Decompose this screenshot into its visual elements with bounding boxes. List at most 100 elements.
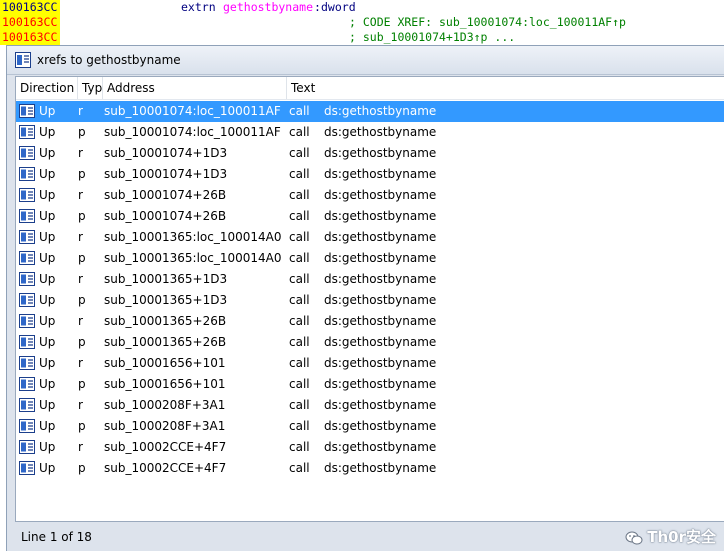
column-header-type[interactable]: Typ: [78, 77, 103, 99]
row-instruction: call: [289, 440, 310, 454]
row-operand: ds:gethostbyname: [324, 272, 437, 286]
row-address: sub_10001074:loc_100011AF: [104, 104, 281, 118]
window-titlebar[interactable]: xrefs to gethostbyname: [7, 46, 724, 75]
row-direction: Up: [39, 146, 56, 160]
row-type: p: [78, 209, 86, 223]
table-row[interactable]: Up r sub_10001074+26B call ds:gethostbyname: [16, 185, 724, 206]
row-address: sub_10001365+26B: [104, 335, 227, 349]
row-direction: Up: [39, 377, 56, 391]
xref-row-icon: [19, 272, 35, 286]
xref-row-icon: [19, 125, 35, 139]
row-instruction: call: [289, 293, 310, 307]
row-address: sub_1000208F+3A1: [104, 398, 226, 412]
row-instruction: call: [289, 377, 310, 391]
table-row[interactable]: Up p sub_10001365+26B call ds:gethostbyname: [16, 332, 724, 353]
row-direction: Up: [39, 314, 56, 328]
row-instruction: call: [289, 419, 310, 433]
table-row[interactable]: Up r sub_1000208F+3A1 call ds:gethostbyname: [16, 395, 724, 416]
table-row[interactable]: Up p sub_10001365+1D3 call ds:gethostbyname: [16, 290, 724, 311]
row-operand: ds:gethostbyname: [324, 398, 437, 412]
wechat-icon: [625, 531, 643, 544]
row-type: p: [78, 377, 86, 391]
disasm-symbol[interactable]: gethostbyname: [223, 0, 313, 15]
row-operand: ds:gethostbyname: [324, 461, 437, 475]
row-address: sub_10001074+26B: [104, 209, 227, 223]
status-bar: Line 1 of 18 Th0r安全: [7, 524, 724, 551]
row-address: sub_10001365:loc_100014A0: [104, 230, 282, 244]
row-direction: Up: [39, 125, 56, 139]
row-instruction: call: [289, 272, 310, 286]
xref-row-icon: [19, 104, 35, 118]
row-direction: Up: [39, 188, 56, 202]
column-header-text[interactable]: Text: [287, 77, 724, 99]
row-type: p: [78, 335, 86, 349]
row-type: p: [78, 167, 86, 181]
row-operand: ds:gethostbyname: [324, 377, 437, 391]
row-instruction: call: [289, 356, 310, 370]
row-operand: ds:gethostbyname: [324, 293, 437, 307]
row-direction: Up: [39, 335, 56, 349]
row-direction: Up: [39, 272, 56, 286]
column-header-direction[interactable]: Direction: [16, 77, 78, 99]
row-address: sub_10001074+26B: [104, 188, 227, 202]
table-row[interactable]: Up p sub_1000208F+3A1 call ds:gethostbyname: [16, 416, 724, 437]
table-row[interactable]: Up r sub_10001365:loc_100014A0 call ds:getho…: [16, 227, 724, 248]
disasm-line-2[interactable]: 100163CC ; CODE XREF: sub_10001074:loc_1…: [0, 15, 724, 30]
row-operand: ds:gethostbyname: [324, 167, 437, 181]
xref-window-icon: [15, 52, 31, 68]
table-row[interactable]: Up r sub_10001074:loc_100011AF call ds:getho…: [16, 101, 724, 122]
row-direction: Up: [39, 461, 56, 475]
disasm-line-3[interactable]: 100163CC ; sub_10001074+1D3↑p ...: [0, 30, 724, 45]
row-instruction: call: [289, 461, 310, 475]
table-row[interactable]: Up r sub_10001656+101 call ds:gethostbyname: [16, 353, 724, 374]
row-operand: ds:gethostbyname: [324, 251, 437, 265]
table-row[interactable]: Up p sub_10001656+101 call ds:gethostbyname: [16, 374, 724, 395]
row-type: r: [78, 398, 83, 412]
table-row[interactable]: Up r sub_10001365+1D3 call ds:gethostbyname: [16, 269, 724, 290]
xref-row-icon: [19, 188, 35, 202]
row-type: r: [78, 230, 83, 244]
xref-row-icon: [19, 167, 35, 181]
row-type: r: [78, 272, 83, 286]
table-row[interactable]: Up p sub_10001074+26B call ds:gethostbyname: [16, 206, 724, 227]
row-operand: ds:gethostbyname: [324, 209, 437, 223]
row-address: sub_10001365+26B: [104, 314, 227, 328]
table-row[interactable]: Up r sub_10001365+26B call ds:gethostbyname: [16, 311, 724, 332]
row-type: r: [78, 188, 83, 202]
row-type: r: [78, 314, 83, 328]
disasm-line-1[interactable]: 100163CC extrn gethostbyname : dword: [0, 0, 724, 15]
disasm-type: dword: [321, 0, 356, 14]
watermark: Th0r安全: [625, 524, 716, 551]
table-row[interactable]: Up r sub_10001074+1D3 call ds:gethostbyname: [16, 143, 724, 164]
row-operand: ds:gethostbyname: [324, 314, 437, 328]
xref-row-icon: [19, 398, 35, 412]
table-row[interactable]: Up p sub_10002CCE+4F7 call ds:gethostbyname: [16, 458, 724, 479]
xref-row-icon: [19, 146, 35, 160]
table-row[interactable]: Up p sub_10001074:loc_100011AF call ds:getho…: [16, 122, 724, 143]
row-operand: ds:gethostbyname: [324, 104, 437, 118]
row-direction: Up: [39, 230, 56, 244]
row-type: p: [78, 293, 86, 307]
row-instruction: call: [289, 209, 310, 223]
table-row[interactable]: Up r sub_10002CCE+4F7 call ds:gethostbyname: [16, 437, 724, 458]
row-instruction: call: [289, 251, 310, 265]
xrefs-list[interactable]: Direction Typ Address Text Up r sub_100010…: [15, 76, 724, 522]
watermark-text: Th0r安全: [647, 528, 716, 546]
column-header-address[interactable]: Address: [103, 77, 287, 99]
row-address: sub_10001074+1D3: [104, 167, 228, 181]
disassembly-view[interactable]: 100163CC extrn gethostbyname : dword 100…: [0, 0, 724, 45]
xref-row-icon: [19, 335, 35, 349]
row-direction: Up: [39, 356, 56, 370]
xrefs-window: xrefs to gethostbyname Direction Typ Add…: [6, 45, 724, 551]
row-instruction: call: [289, 230, 310, 244]
xref-row-icon: [19, 314, 35, 328]
row-operand: ds:gethostbyname: [324, 419, 437, 433]
row-direction: Up: [39, 398, 56, 412]
disasm-keyword: extrn: [181, 0, 216, 14]
row-direction: Up: [39, 104, 56, 118]
row-direction: Up: [39, 209, 56, 223]
table-row[interactable]: Up p sub_10001074+1D3 call ds:gethostbyname: [16, 164, 724, 185]
row-instruction: call: [289, 188, 310, 202]
table-row[interactable]: Up p sub_10001365:loc_100014A0 call ds:getho…: [16, 248, 724, 269]
xref-row-icon: [19, 461, 35, 475]
